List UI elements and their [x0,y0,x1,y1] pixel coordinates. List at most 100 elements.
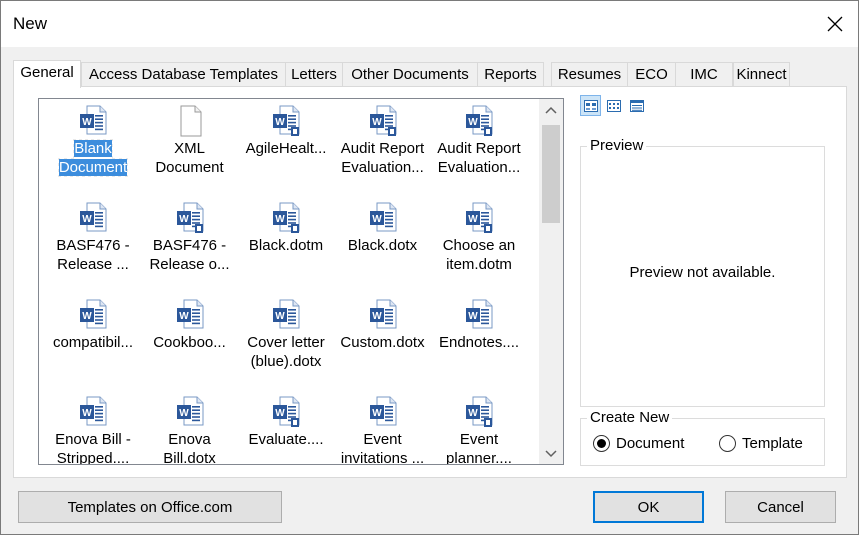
scroll-down-button[interactable] [539,443,563,464]
word-template-icon: W [272,105,300,137]
word-document-icon: W [369,202,397,234]
radio-document-label: Document [616,434,685,452]
template-item-label: Evaluate.... [238,430,334,449]
tab-reports[interactable]: Reports [477,62,544,87]
word-document-icon: W [79,299,107,331]
template-item-label-text: Event planner.... [446,431,512,465]
template-item[interactable]: W Black.dotx [335,198,431,293]
new-document-dialog: New General Access Database Templates Lett… [0,0,859,535]
word-document-icon: W [176,396,204,428]
template-item[interactable]: W Black.dotm [238,198,334,293]
template-item-label-text: Blank Document [57,139,129,177]
template-item-label-text: Cookboo... [153,334,226,351]
svg-text:W: W [275,117,285,128]
word-template-icon: W [465,396,493,428]
svg-text:W: W [468,408,478,419]
svg-text:W: W [468,214,478,225]
word-template-icon: W [369,105,397,137]
template-item-label: Event planner.... [431,430,527,465]
template-item-label: compatibil... [45,333,141,352]
preview-group: Preview Preview not available. [580,137,825,407]
radio-template-label: Template [742,434,803,452]
template-list[interactable]: W Blank Document XML Document W AgileHealt..… [38,98,564,465]
radio-document[interactable]: Document [593,433,684,453]
svg-text:W: W [82,117,92,128]
tab-other-documents[interactable]: Other Documents [342,62,478,87]
tab-resumes[interactable]: Resumes [551,62,628,87]
template-item-label-text: XML Document [155,140,224,176]
template-item[interactable]: W BASF476 - Release ... [45,198,141,293]
tab-panel-general: W Blank Document XML Document W AgileHealt..… [13,86,847,478]
template-item[interactable]: W Evaluate.... [238,392,334,464]
blank-file-icon [176,105,204,137]
templates-on-office-button[interactable]: Templates on Office.com [18,491,282,523]
template-item-label: Audit Report Evaluation... [335,139,431,177]
svg-text:W: W [82,214,92,225]
close-button[interactable] [812,1,858,47]
template-item-label: XML Document [142,139,238,177]
tab-access-database-templates[interactable]: Access Database Templates [81,62,286,87]
tab-letters[interactable]: Letters [285,62,343,87]
tab-kinnect[interactable]: Kinnect [733,62,790,87]
tab-general[interactable]: General [13,60,81,88]
template-item[interactable]: W Cover letter (blue).dotx [238,295,334,390]
template-item-label: Blank Document [45,139,141,177]
word-template-icon: W [465,105,493,137]
template-item-label: AgileHealt... [238,139,334,158]
template-item[interactable]: W BASF476 - Release o... [142,198,238,293]
svg-text:W: W [372,214,382,225]
template-item-label-text: Enova Bill - Stripped.... [55,431,131,465]
template-item-label-text: Enova Bill.dotx [163,431,216,465]
template-item-label-text: Audit Report Evaluation... [437,140,521,176]
svg-text:W: W [468,311,478,322]
template-item-label-text: BASF476 - Release ... [56,237,130,273]
template-item[interactable]: W Choose an item.dotm [431,198,527,293]
svg-text:W: W [372,311,382,322]
scroll-thumb[interactable] [542,125,560,223]
radio-template[interactable]: Template [719,433,803,453]
list-view-button[interactable] [603,95,624,116]
cancel-button[interactable]: Cancel [725,491,836,523]
template-item-label-text: Choose an item.dotm [442,237,516,273]
template-item-label-text: BASF476 - Release o... [149,237,230,273]
close-icon [827,16,843,32]
create-new-title: Create New [587,409,673,426]
template-item-label: Black.dotx [335,236,431,255]
template-item[interactable]: W Cookboo... [142,295,238,390]
vertical-scrollbar[interactable] [539,99,563,464]
template-item[interactable]: W Blank Document [45,101,141,196]
template-item[interactable]: Wcompatibil... [45,295,141,390]
template-item-label: Event invitations ... [335,430,431,464]
tab-imc[interactable]: IMC [675,62,733,87]
word-document-icon: W [176,299,204,331]
ok-button[interactable]: OK [593,491,704,523]
word-document-icon: W [465,299,493,331]
preview-title: Preview [587,137,647,154]
radio-document-indicator[interactable] [593,434,610,452]
preview-message: Preview not available. [629,264,776,281]
radio-template-indicator[interactable] [719,434,736,452]
template-item-label-text: Black.dotx [347,237,418,254]
template-item-label-text: compatibil... [52,334,134,351]
template-item[interactable]: W Custom.dotx [335,295,431,390]
template-item[interactable]: W Endnotes.... [431,295,527,390]
scroll-up-button[interactable] [539,99,563,120]
template-item[interactable]: W AgileHealt... [238,101,334,196]
word-document-icon: W [369,396,397,428]
template-item[interactable]: W Audit Report Evaluation... [335,101,431,196]
large-icons-view-button[interactable] [580,95,601,116]
template-item[interactable]: W Enova Bill.dotx [142,392,238,465]
svg-text:W: W [468,117,478,128]
svg-text:W: W [275,408,285,419]
template-item-label: Audit Report Evaluation... [431,139,527,177]
tab-eco[interactable]: ECO [627,62,676,87]
details-view-button[interactable] [626,95,647,116]
dialog-title: New [13,14,48,33]
template-item[interactable]: W Event invitations ... [335,392,431,464]
template-item-label: Custom.dotx [335,333,431,352]
template-item[interactable]: W Enova Bill - Stripped.... [45,392,141,465]
template-item[interactable]: XML Document [142,101,238,196]
template-item[interactable]: W Audit Report Evaluation... [431,101,527,196]
template-item-label: Endnotes.... [431,333,527,352]
template-item[interactable]: W Event planner.... [431,392,527,465]
